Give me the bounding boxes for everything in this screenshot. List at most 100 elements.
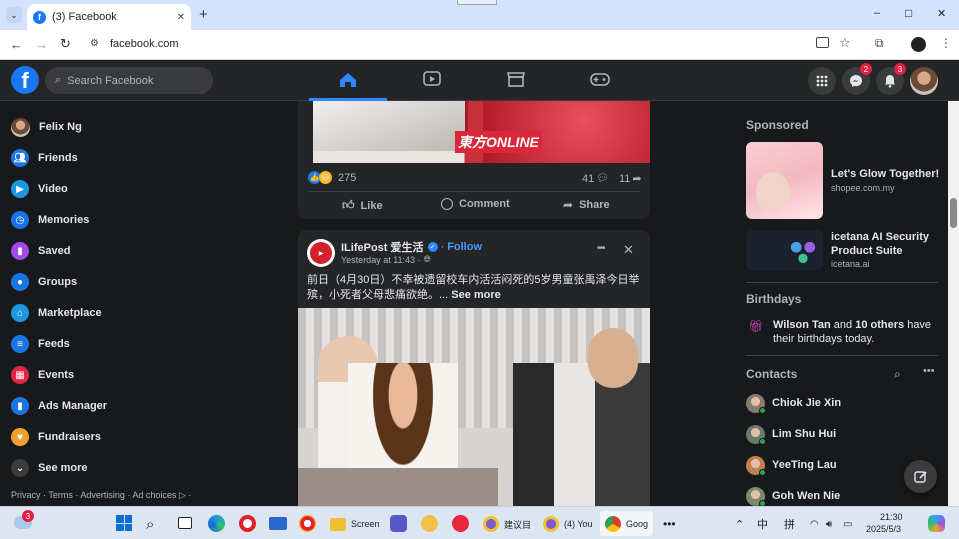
birthday-text[interactable]: Wilson Tan and 10 others have their birt… <box>773 318 948 346</box>
right-sidebar: Sponsored Let's Glow Together! shopee.co… <box>738 101 948 507</box>
clock-time[interactable]: 21:30 <box>880 512 903 522</box>
sidebar-item-saved[interactable]: ▮ Saved <box>11 239 70 263</box>
sidebar-item-see-more[interactable]: ⌄ See more <box>11 456 88 480</box>
comment-button[interactable]: Comment <box>441 198 510 210</box>
gaming-tab-icon[interactable] <box>590 70 610 88</box>
share-button[interactable]: ➦ Share <box>563 198 610 212</box>
ad-image-icetana[interactable] <box>746 230 823 270</box>
speaker-icon[interactable]: 🔊︎ <box>826 515 832 533</box>
comment-count-group[interactable]: 41 💬︎ 11 ➦ <box>582 172 642 186</box>
search-box[interactable]: ⌕ Search Facebook <box>45 67 213 94</box>
sidebar-item-groups[interactable]: ● Groups <box>11 270 77 294</box>
facebook-logo[interactable]: f <box>11 66 39 94</box>
taskbar-app-browser2[interactable]: (4) You <box>543 515 593 533</box>
task-view-icon[interactable] <box>178 517 192 529</box>
chat-app-icon[interactable] <box>421 515 438 532</box>
red-app-icon[interactable] <box>452 515 469 532</box>
profile-avatar[interactable] <box>911 37 926 52</box>
video-tab-icon[interactable] <box>422 70 442 88</box>
clock-date[interactable]: 2025/5/3 <box>866 524 901 534</box>
close-window-button[interactable]: ✕ <box>937 7 946 20</box>
start-button[interactable] <box>116 515 132 531</box>
site-info-icon[interactable]: ⚙ <box>90 38 99 49</box>
address-bar[interactable]: facebook.com <box>110 38 178 50</box>
battery-icon[interactable]: ▭ <box>843 515 852 533</box>
scrollbar-thumb[interactable] <box>950 198 957 228</box>
page-name[interactable]: ILifePost 爱生活 <box>341 239 424 255</box>
contact-item[interactable]: Chiok Jie Xin <box>746 392 841 414</box>
taskbar-overflow-icon[interactable]: ••• <box>663 515 676 533</box>
contacts-search-icon[interactable]: ⌕ <box>894 367 901 382</box>
mail-icon[interactable] <box>269 517 287 530</box>
reload-icon[interactable]: ↻ <box>60 36 71 52</box>
page-avatar[interactable]: ▶ <box>307 239 335 267</box>
ime-lang-2[interactable]: 拼 <box>784 515 795 533</box>
edge-icon[interactable] <box>208 515 225 532</box>
sidebar-item-events[interactable]: ▦ Events <box>11 363 74 387</box>
minimize-button[interactable]: – <box>874 7 880 19</box>
new-tab-button[interactable]: + <box>199 6 208 23</box>
chrome-menu-icon[interactable]: ⋮ <box>940 36 952 50</box>
follow-link[interactable]: Follow <box>447 241 482 253</box>
back-icon[interactable]: ← <box>10 37 23 52</box>
copilot-icon[interactable] <box>928 515 945 532</box>
menu-grid-button[interactable] <box>808 67 836 95</box>
taskbar-app-browser1[interactable]: 建议目 <box>483 515 531 533</box>
dot-separator: · <box>440 241 445 253</box>
taskbar-app-explorer[interactable]: Screen <box>330 515 380 533</box>
search-input[interactable]: Search Facebook <box>67 75 153 87</box>
like-button[interactable]: 👍︎ Like <box>342 198 383 213</box>
weibo-icon[interactable] <box>299 515 316 532</box>
browser-toolbar: ← → ↻ ⚙ facebook.com ☆ ⧉ ⋮ <box>0 30 959 60</box>
footer-links[interactable]: Privacy · Terms · Advertising · Ad choic… <box>11 490 191 501</box>
wifi-icon[interactable]: ◠ <box>810 515 819 533</box>
new-message-button[interactable] <box>904 460 937 493</box>
teams-icon[interactable] <box>390 515 407 532</box>
extensions-icon[interactable]: ⧉ <box>875 36 884 51</box>
messenger-icon <box>850 75 862 87</box>
post-image[interactable]: 東方ONLINE <box>313 101 650 163</box>
marketplace-tab-icon[interactable] <box>506 70 526 88</box>
account-avatar[interactable] <box>910 67 938 95</box>
maximize-button[interactable]: □ <box>905 6 912 20</box>
sidebar-item-fundraisers[interactable]: ♥ Fundraisers <box>11 425 101 449</box>
opera-icon[interactable] <box>239 515 256 532</box>
contact-item[interactable]: YeeTing Lau <box>746 454 837 476</box>
forward-icon[interactable]: → <box>35 37 48 52</box>
left-sidebar: Felix Ng 👥︎ Friends ▶ Video ◷ Memories ▮ Saved ● G… <box>0 101 290 506</box>
tab-close-icon[interactable]: ✕ <box>177 12 185 23</box>
sidebar-item-marketplace[interactable]: ⌂ Marketplace <box>11 301 102 325</box>
browser-tab-facebook[interactable]: f (3) Facebook ✕ <box>27 4 191 30</box>
ime-lang-1[interactable]: 中 <box>757 515 768 533</box>
sidebar-item-memories[interactable]: ◷ Memories <box>11 208 89 232</box>
sidebar-item-feeds[interactable]: ≡ Feeds <box>11 332 70 356</box>
page-scrollbar[interactable] <box>948 101 959 506</box>
folder-icon <box>330 517 346 531</box>
photo-people-right <box>513 363 650 506</box>
ad-headline-2[interactable]: icetana AI Security Product Suite <box>831 230 941 258</box>
home-tab[interactable] <box>309 61 387 101</box>
contact-item[interactable]: Goh Wen Nie <box>746 485 840 507</box>
post-photo[interactable] <box>298 308 650 506</box>
post-more-icon[interactable]: ••• <box>597 243 605 254</box>
see-more-link[interactable]: See more <box>451 289 501 301</box>
tray-chevron-icon[interactable]: ⌃ <box>735 515 744 533</box>
verified-badge-icon: ✓ <box>427 242 438 252</box>
contact-item[interactable]: Lim Shu Hui <box>746 423 836 445</box>
install-app-icon[interactable] <box>816 37 829 48</box>
tab-list-button[interactable]: ⌄ <box>6 7 22 23</box>
taskbar-app-chrome[interactable]: Goog <box>600 511 654 536</box>
contacts-more-icon[interactable]: ••• <box>923 365 935 377</box>
post-close-icon[interactable]: ✕ <box>623 242 634 258</box>
reactions-summary[interactable]: 👍 😆 275 <box>308 171 356 184</box>
sidebar-item-felix-ng[interactable]: Felix Ng <box>11 115 82 139</box>
ad-headline-1[interactable]: Let's Glow Together! <box>831 168 939 180</box>
ad-image-shopee[interactable] <box>746 142 823 219</box>
sidebar-item-ads-manager[interactable]: ▮ Ads Manager <box>11 394 107 418</box>
sidebar-item-friends[interactable]: 👥︎ Friends <box>11 146 78 170</box>
bookmark-star-icon[interactable]: ☆ <box>839 35 851 51</box>
post-time[interactable]: Yesterday at 11:43 · <box>341 255 421 265</box>
sidebar-item-label: Memories <box>38 214 90 226</box>
search-taskbar-icon[interactable]: ⌕ <box>146 515 154 533</box>
sidebar-item-video[interactable]: ▶ Video <box>11 177 68 201</box>
